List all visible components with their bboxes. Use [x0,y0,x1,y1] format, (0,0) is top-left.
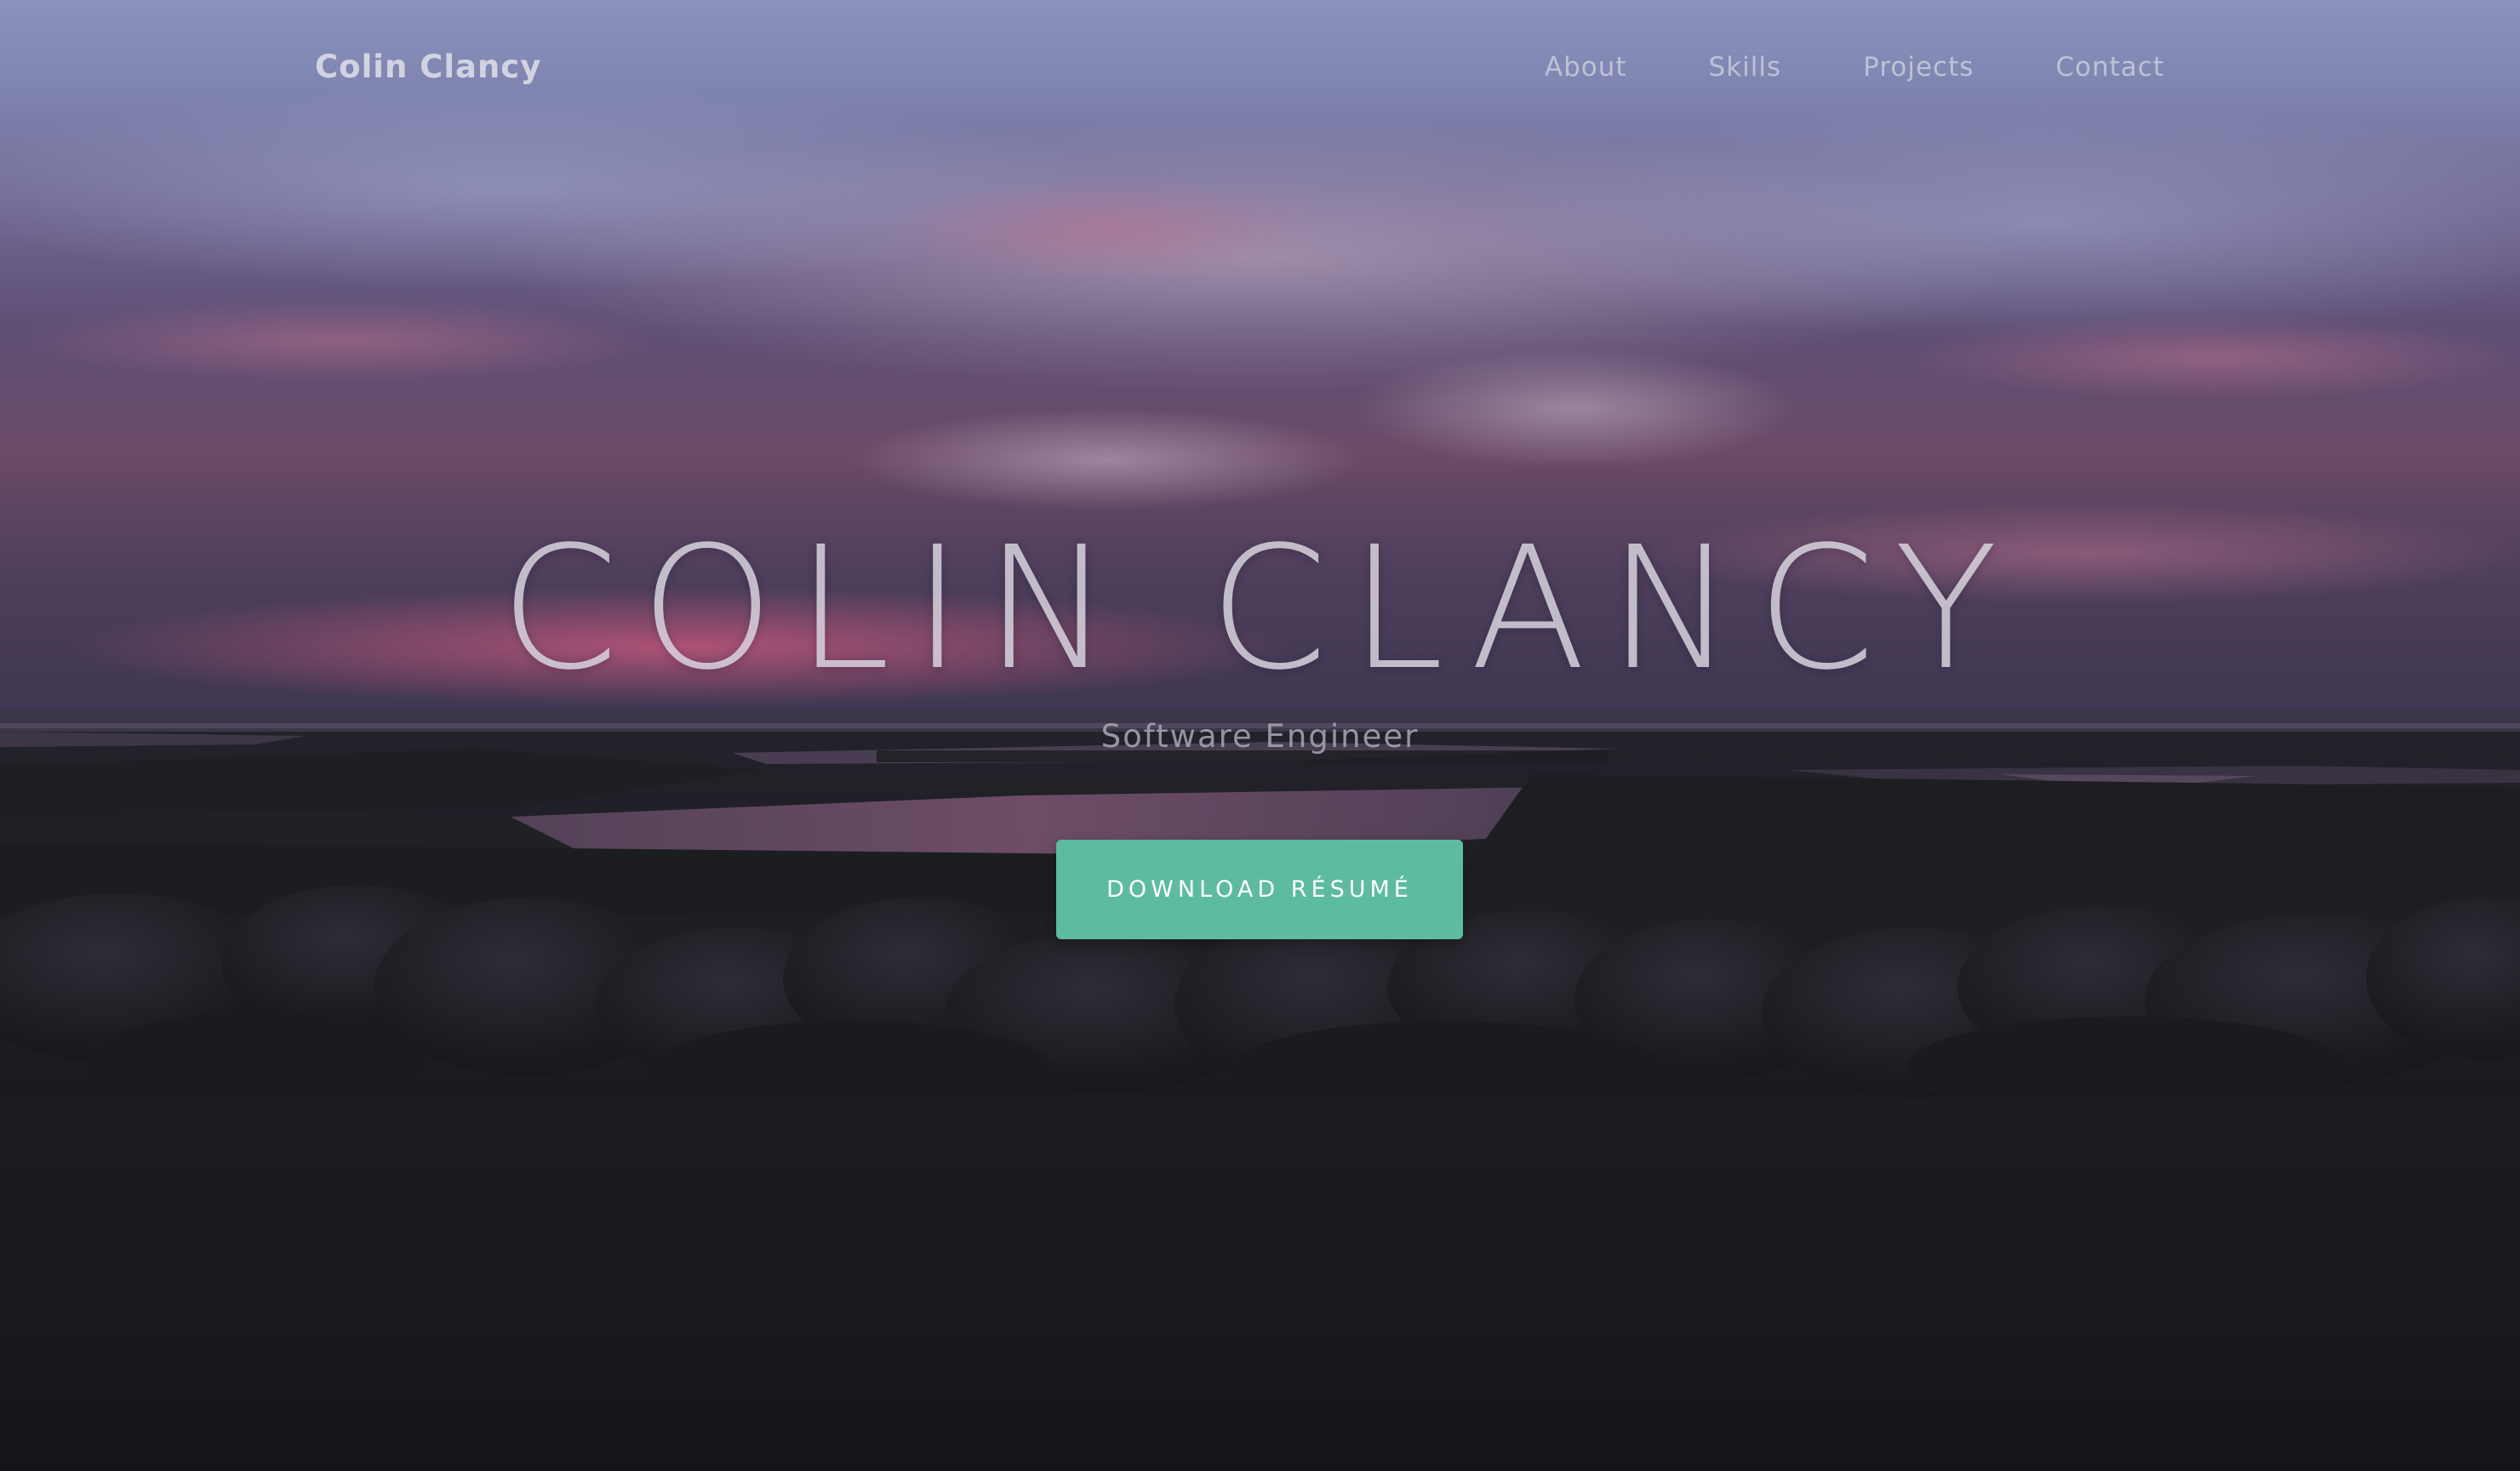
nav-links: About Skills Projects Contact [1545,44,2164,90]
download-resume-button[interactable]: DOWNLOAD RÉSUMÉ [1056,840,1463,939]
nav-link-about[interactable]: About [1545,44,1627,90]
hero-title: COLIN CLANCY [500,510,2020,707]
navbar: Colin Clancy About Skills Projects Conta… [0,0,2520,136]
nav-link-skills[interactable]: Skills [1709,44,1782,90]
nav-link-projects[interactable]: Projects [1863,44,1974,90]
hero-section: Colin Clancy About Skills Projects Conta… [0,0,2520,1471]
hero-subtitle: Software Engineer [1100,718,1420,755]
nav-link-contact[interactable]: Contact [2055,44,2164,90]
brand-logo-link[interactable]: Colin Clancy [315,44,541,90]
